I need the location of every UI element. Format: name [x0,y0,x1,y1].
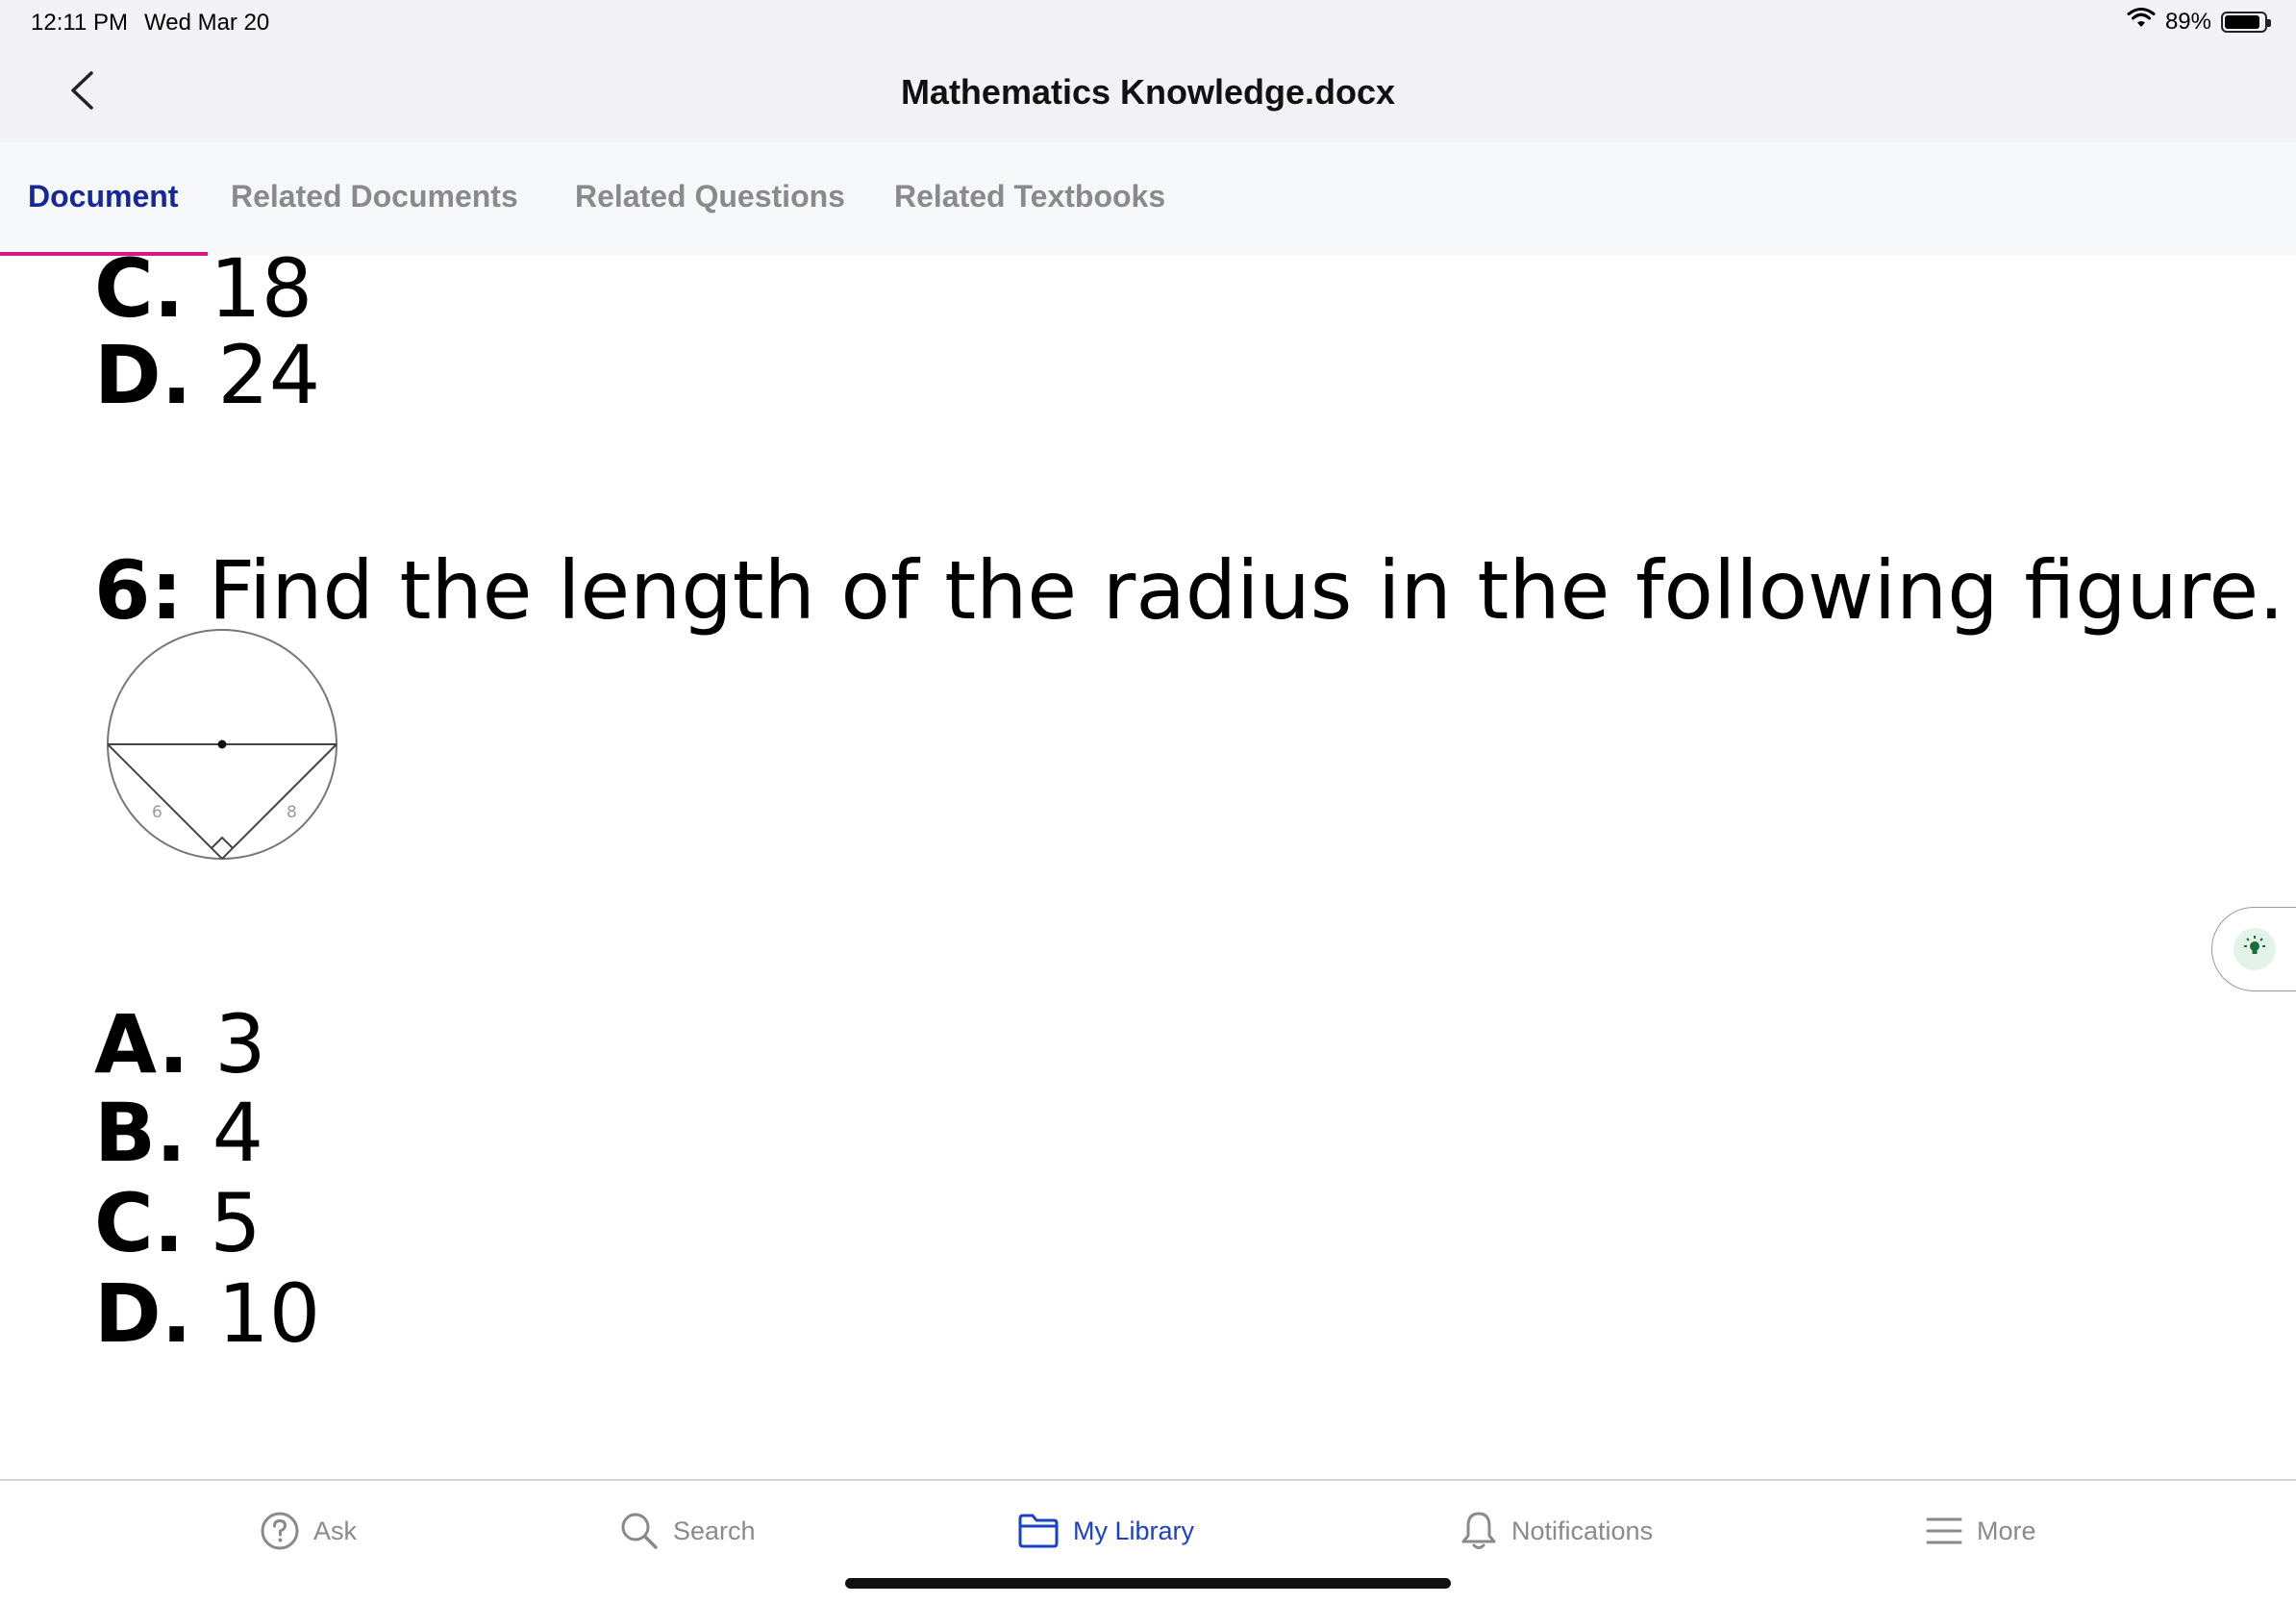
option-d: D. 10 [94,1273,320,1354]
page-title: Mathematics Knowledge.docx [900,72,1396,112]
option-value: 18 [210,256,313,336]
status-bar: 12:11 PM Wed Mar 20 89% [0,0,2296,44]
figure-label-right: 8 [287,803,297,822]
nav-notifications[interactable]: Notifications [1460,1508,1653,1554]
folder-icon [1017,1513,1060,1549]
option-c: C. 5 [94,1183,262,1264]
header-bar: Mathematics Knowledge.docx [0,44,2296,142]
tab-document[interactable]: Document [28,142,178,256]
search-icon [619,1511,660,1551]
hint-icon-container [2234,928,2276,970]
battery-percentage: 89% [2164,8,2211,35]
option-value: 4 [212,1086,264,1180]
question-number: 6: [94,543,184,638]
nav-more-label: More [1977,1516,2036,1545]
question-6: 6: Find the length of the radius in the … [94,550,2284,631]
tab-bar: Document Related Documents Related Quest… [0,142,2296,256]
option-value: 10 [217,1266,321,1361]
nav-my-library-label: My Library [1073,1516,1195,1545]
question-text: Find the length of the radius in the fol… [208,543,2284,638]
back-button[interactable] [58,67,106,117]
option-letter: D. [94,1266,192,1361]
app-root: 12:11 PM Wed Mar 20 89% Mathematics Know… [0,0,2296,1604]
nav-ask[interactable]: Ask [260,1508,357,1554]
hint-button[interactable] [2211,907,2296,991]
nav-my-library[interactable]: My Library [1017,1508,1194,1554]
tab-related-documents[interactable]: Related Documents [231,142,518,256]
prev-option-d: D. 24 [94,335,320,415]
question-circle-icon [260,1511,300,1551]
battery-level [2225,14,2259,29]
option-a: A. 3 [94,1004,266,1085]
tab-related-questions[interactable]: Related Questions [575,142,845,256]
lightbulb-icon [2242,935,2267,965]
option-letter: B. [94,1086,187,1180]
status-indicators: 89% [2127,8,2271,36]
battery-nub [2267,18,2271,27]
home-indicator[interactable] [845,1578,1451,1589]
option-letter: C. [94,1176,185,1270]
status-time: 12:11 PM [31,10,128,36]
document-viewer[interactable]: C. 18 D. 24 6: Find the length of the ra… [0,256,2296,1479]
chevron-left-icon [68,70,95,115]
option-letter: D. [94,328,192,422]
option-b: B. 4 [94,1092,263,1173]
battery-icon [2221,11,2271,33]
prev-option-c: C. 18 [94,256,312,329]
status-date: Wed Mar 20 [144,10,270,36]
option-value: 3 [214,997,266,1091]
circle-figure: 6 8 [96,629,348,869]
option-letter: A. [94,997,189,1091]
tab-related-textbooks[interactable]: Related Textbooks [894,142,1165,256]
figure-label-left: 6 [152,803,162,822]
option-value: 24 [217,328,321,422]
option-value: 5 [210,1176,262,1270]
nav-more[interactable]: More [1925,1508,2036,1554]
nav-ask-label: Ask [313,1516,358,1545]
menu-icon [1925,1515,1963,1547]
option-letter: C. [94,256,185,336]
nav-notifications-label: Notifications [1511,1516,1654,1545]
wifi-icon [2127,8,2156,36]
bell-icon [1460,1510,1498,1552]
nav-search-label: Search [673,1516,756,1545]
nav-search[interactable]: Search [619,1508,756,1554]
